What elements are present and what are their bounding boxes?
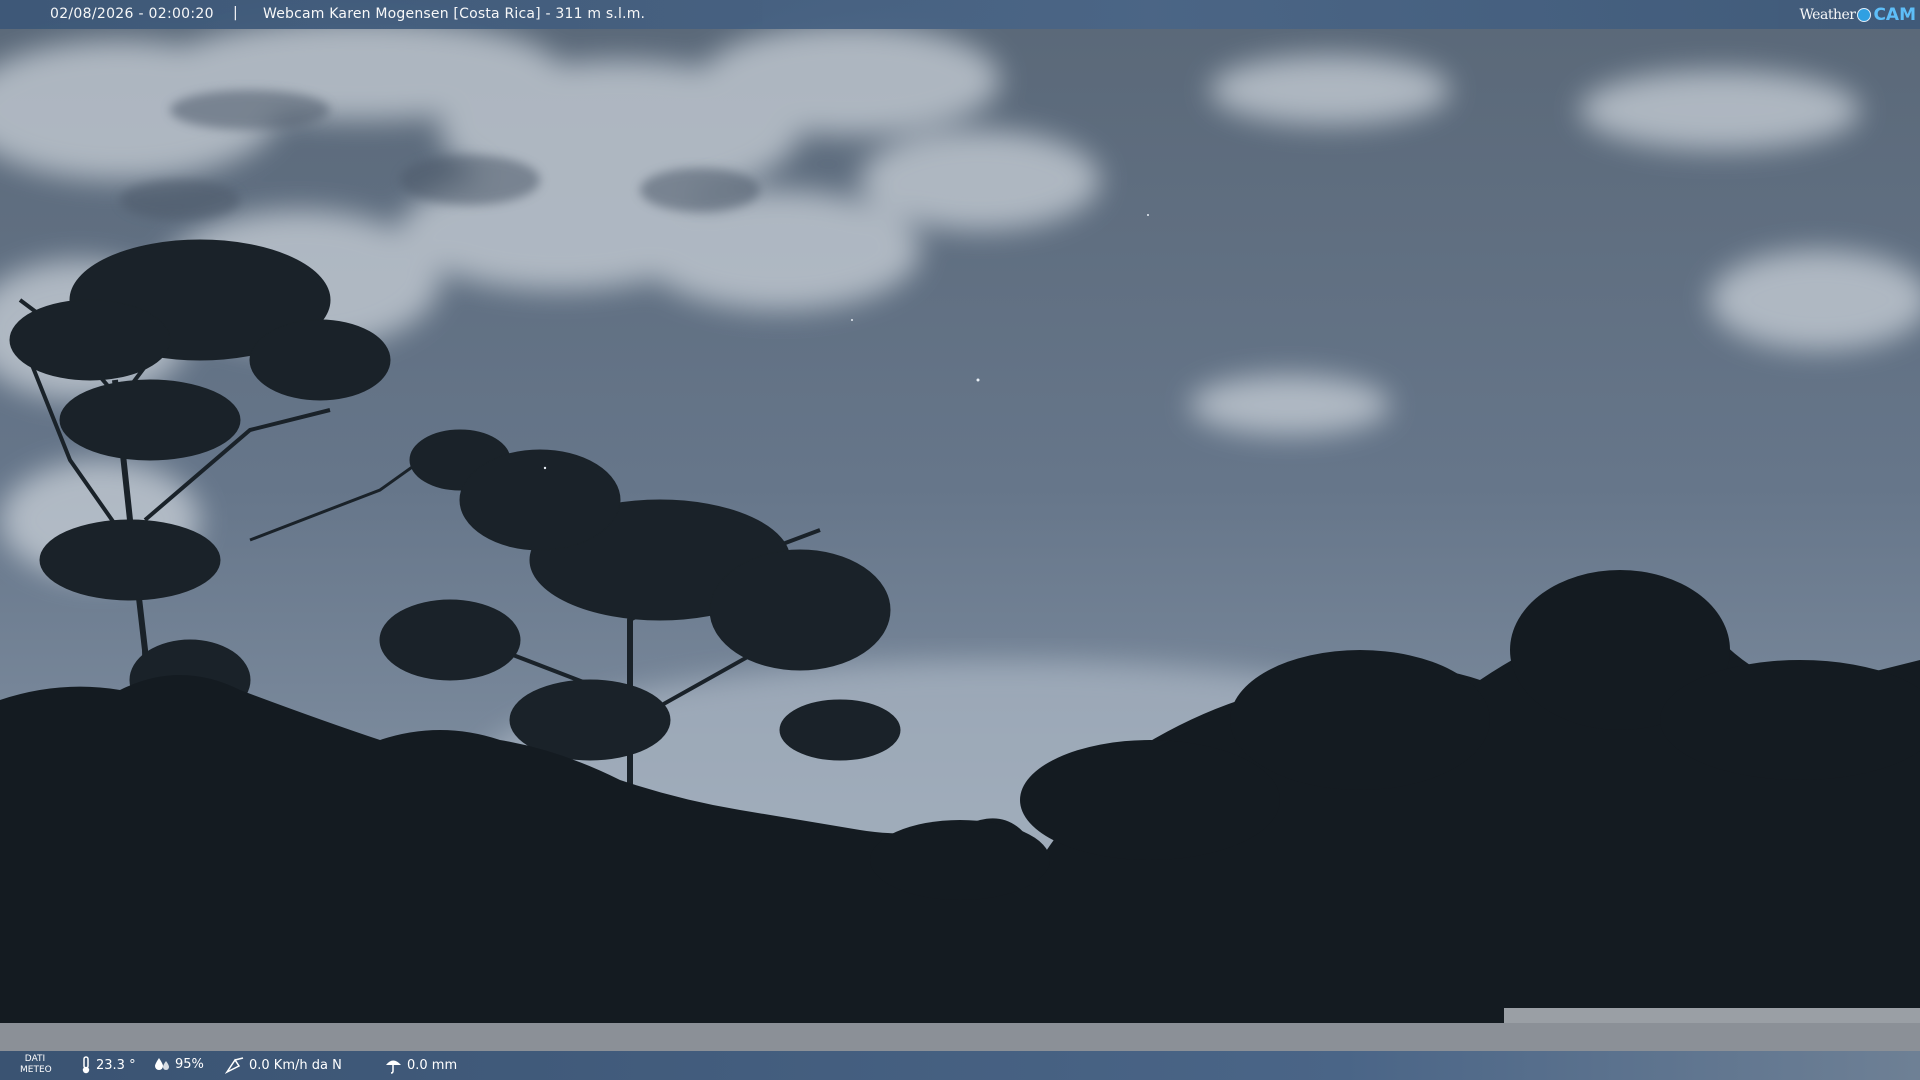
temperature-value: 23.3 ° xyxy=(96,1057,136,1073)
overlay-strip-notch xyxy=(1504,1008,1920,1023)
weather-dot-icon xyxy=(1857,8,1872,22)
humidity-icon xyxy=(155,1058,169,1070)
rain-icon xyxy=(386,1060,401,1074)
timestamp: 02/08/2026 - 02:00:20 xyxy=(50,6,214,22)
wind-value: 0.0 Km/h da N xyxy=(249,1057,342,1073)
rain-item: 0.0 mm xyxy=(383,1056,457,1074)
logo-cam-text: CAM xyxy=(1873,5,1916,25)
thermometer-icon xyxy=(82,1056,90,1074)
wind-item: 0.0 Km/h da N xyxy=(225,1056,342,1074)
dati-label: DATI xyxy=(24,1054,46,1064)
webcam-night-scene xyxy=(0,0,1920,1080)
humidity-item: 95% xyxy=(153,1056,204,1072)
header-separator: | xyxy=(233,5,238,21)
logo-weather-text: Weather xyxy=(1799,7,1856,23)
meteo-label: METEO xyxy=(20,1065,52,1075)
webcam-title: Webcam Karen Mogensen [Costa Rica] - 311… xyxy=(263,6,646,22)
weathercam-logo: Weather CAM xyxy=(1799,3,1916,27)
wind-icon xyxy=(225,1057,244,1074)
dati-meteo-label: DATI METEO xyxy=(20,1054,52,1076)
humidity-value: 95% xyxy=(175,1056,204,1072)
overlay-strip xyxy=(0,1008,1920,1051)
weather-data-bar: DATI METEO 23.3 ° 95% 0.0 Km/h da N 0.0 … xyxy=(0,1051,1920,1080)
temperature-item: 23.3 ° xyxy=(80,1056,136,1074)
rain-value: 0.0 mm xyxy=(407,1057,458,1073)
header-bar: 02/08/2026 - 02:00:20 | Webcam Karen Mog… xyxy=(0,0,1920,29)
